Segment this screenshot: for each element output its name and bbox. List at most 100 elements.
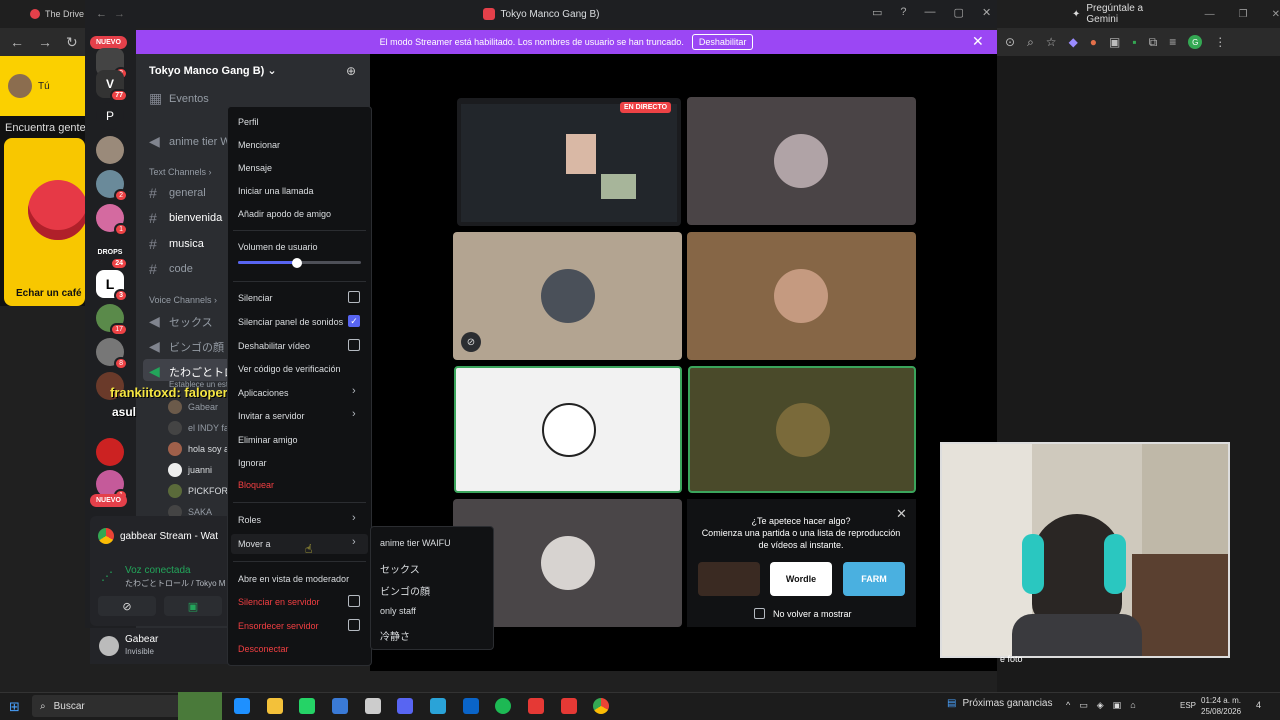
submenu-item[interactable]: only staff [380,606,416,616]
voice-channel-2[interactable]: ◀ ビンゴの顔 [149,338,224,355]
back-icon[interactable]: ← [10,34,24,50]
menu-item-roles[interactable]: Roles [238,515,261,525]
server-icon[interactable]: 2 [96,170,128,202]
submenu-item[interactable]: セックス [380,561,420,576]
menu-item-llamada[interactable]: Iniciar una llamada [238,186,314,196]
app-icon[interactable] [365,698,381,714]
voice-user[interactable]: juanni [168,463,212,477]
voice-user[interactable]: el INDY fa [168,421,229,435]
events-item[interactable]: ▦ Eventos [149,90,209,107]
menu-item-moderador[interactable]: Abre en vista de moderador [238,574,349,584]
screen-share-button[interactable]: ▣ [164,596,222,616]
camera-off-button[interactable]: ⊘ [98,596,156,616]
menu-item-silenciar-sonidos[interactable]: Silenciar panel de sonidos [238,317,343,327]
voice-channel-anime[interactable]: ◀ anime tier W [149,133,231,150]
participant-tile-speaking[interactable] [688,366,916,493]
menu-item-mover[interactable]: Mover a [238,539,271,549]
bookmark-star-icon[interactable]: ☆ [1046,35,1057,49]
server-name-header[interactable]: Tokyo Manco Gang B) ⌄ [149,64,277,77]
menu-item-desconectar[interactable]: Desconectar [238,644,289,654]
participant-tile-speaking[interactable] [454,366,682,493]
ensordecer-checkbox[interactable] [348,619,360,631]
text-channel-bienvenida[interactable]: # bienvenida [149,210,222,226]
extensions-puzzle-icon[interactable]: ⧉ [1149,35,1158,50]
close-banner-icon[interactable]: ✕ [972,33,984,50]
whatsapp-icon[interactable] [299,698,315,714]
tray-icon[interactable]: ◈ [1097,700,1104,711]
language-indicator[interactable]: ESP [1180,701,1196,710]
game-option-wordle[interactable]: Wordle [770,562,832,596]
menu-item-perfil[interactable]: Perfil [238,117,259,127]
close-icon[interactable]: ✕ [1272,9,1280,20]
app-icon[interactable] [528,698,544,714]
menu-item-bloquear[interactable]: Bloquear [238,480,274,490]
disable-streamer-button[interactable]: Deshabilitar [691,34,754,50]
participant-tile[interactable] [687,97,916,225]
more-menu-icon[interactable]: ⋮ [1214,35,1226,49]
submenu-item[interactable]: 冷静さ [380,628,410,643]
minimize-icon[interactable]: — [1205,9,1215,20]
menu-item-silenciar-servidor[interactable]: Silenciar en servidor [238,597,320,607]
server-icon[interactable] [96,136,124,164]
silenciar-sonidos-checkbox[interactable]: ✓ [348,315,360,327]
voice-user[interactable]: hola soy a [168,442,229,456]
server-icon[interactable]: DROPS 24 [96,238,128,270]
security-icon[interactable] [332,698,348,714]
text-channel-musica[interactable]: # musica [149,236,204,252]
notification-icon[interactable]: 4 [1256,700,1261,710]
checkbox[interactable] [754,608,765,619]
submenu-item[interactable]: anime tier WAIFU [380,538,451,548]
text-channel-code[interactable]: # code [149,261,193,277]
minimize-icon[interactable]: — [925,6,936,19]
restore-icon[interactable]: ❐ [1239,9,1248,20]
silenciar-servidor-checkbox[interactable] [348,595,360,607]
close-icon[interactable]: ✕ [982,6,991,19]
participant-tile[interactable]: ⊘ [453,232,682,360]
tray-icon[interactable]: ▭ [1079,700,1088,711]
tray-icon[interactable]: ▣ [1113,700,1122,711]
user-name[interactable]: Gabear [125,634,158,645]
dont-show-again[interactable]: No volver a mostrar [754,608,852,619]
menu-item-invitar[interactable]: Invitar a servidor [238,411,305,421]
menu-item-aplicaciones[interactable]: Aplicaciones [238,388,289,398]
voice-channel-1[interactable]: ◀ セックス [149,313,213,330]
voice-user[interactable]: PICKFOR [168,484,228,498]
menu-item-silenciar[interactable]: Silenciar [238,293,273,303]
server-icon[interactable] [96,438,124,466]
menu-item-ignorar[interactable]: Ignorar [238,458,267,468]
stream-tile[interactable] [457,98,681,226]
server-icon[interactable]: L3 [96,270,128,302]
menu-item-ensordecer[interactable]: Ensordecer servidor [238,621,319,631]
voice-connected-label[interactable]: Voz conectada [125,565,191,576]
game-option-farm[interactable]: FARM [843,562,905,596]
profile-bar[interactable]: Tú [0,56,85,116]
edge-icon[interactable] [234,698,250,714]
maximize-icon[interactable]: ▢ [954,6,964,19]
reload-icon[interactable]: ↻ [66,34,78,51]
menu-item-deshabilitar-video[interactable]: Deshabilitar vídeo [238,341,310,351]
menu-item-verificacion[interactable]: Ver código de verificación [238,364,341,374]
zoom-icon[interactable]: ⌕ [1027,35,1034,50]
avatar[interactable] [99,636,119,656]
clock[interactable]: 01:24 a. m. 25/08/2026 [1201,695,1241,717]
menu-item-apodo[interactable]: Añadir apodo de amigo [238,209,331,219]
windows-start-icon[interactable]: ⊞ [9,699,20,715]
extension-icon[interactable]: ▪ [1132,35,1136,49]
taskbar-widget[interactable]: ▤ Próximas ganancias [947,698,1053,709]
extension-icon[interactable]: ◆ [1069,35,1078,49]
server-icon[interactable]: 17 [96,304,128,336]
silenciar-checkbox[interactable] [348,291,360,303]
text-channel-general[interactable]: # general [149,185,206,201]
media-icon[interactable]: ≡ [1169,35,1176,49]
extension-icon[interactable]: ● [1090,35,1097,49]
file-explorer-icon[interactable] [267,698,283,714]
chrome-icon[interactable] [593,698,609,714]
gemini-button[interactable]: Pregúntale a Gemini [1086,3,1172,25]
submenu-item[interactable]: ビンゴの顔 [380,583,430,598]
forward-icon[interactable]: → [114,8,125,20]
voice-location[interactable]: たわごとトロール / Tokyo M [125,578,225,589]
extension-icon[interactable]: ▣ [1109,35,1120,49]
menu-item-eliminar-amigo[interactable]: Eliminar amigo [238,435,298,445]
stream-source[interactable]: gabbear Stream - Wat [98,528,218,544]
discord-icon[interactable] [397,698,413,714]
